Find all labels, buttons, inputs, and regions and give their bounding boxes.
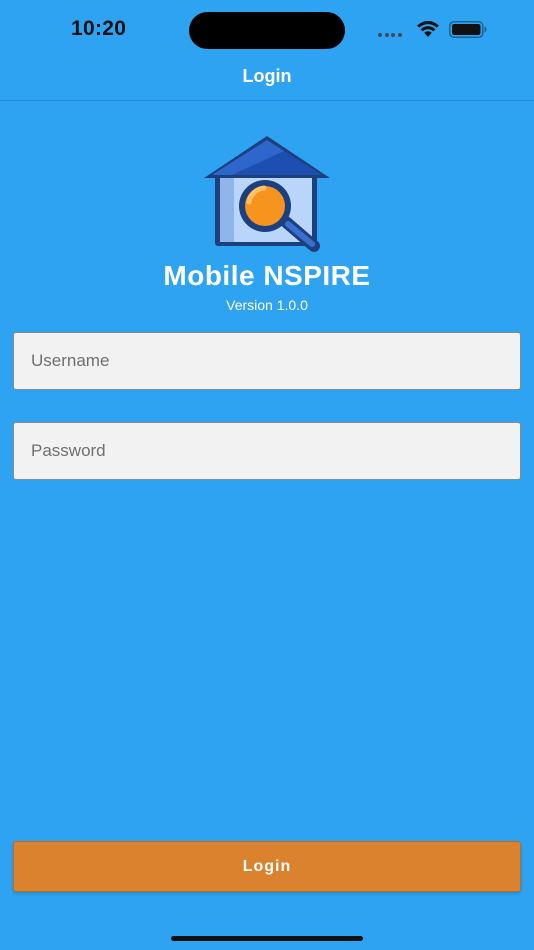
cellular-signal-icon xyxy=(378,33,408,37)
login-button[interactable]: Login xyxy=(13,841,521,892)
app-version: Version 1.0.0 xyxy=(226,297,308,313)
password-field[interactable] xyxy=(13,422,521,480)
app-name: Mobile NSPIRE xyxy=(163,260,371,291)
username-field[interactable] xyxy=(13,332,521,390)
dynamic-island xyxy=(189,12,345,49)
status-bar: 10:20 xyxy=(0,0,534,60)
home-indicator xyxy=(171,936,363,941)
page-title: Login xyxy=(242,66,292,86)
battery-icon xyxy=(449,21,487,38)
status-time: 10:20 xyxy=(71,17,127,40)
navigation-bar: Login xyxy=(0,60,534,101)
house-magnifier-logo-icon xyxy=(204,136,330,252)
wifi-icon xyxy=(417,21,439,37)
